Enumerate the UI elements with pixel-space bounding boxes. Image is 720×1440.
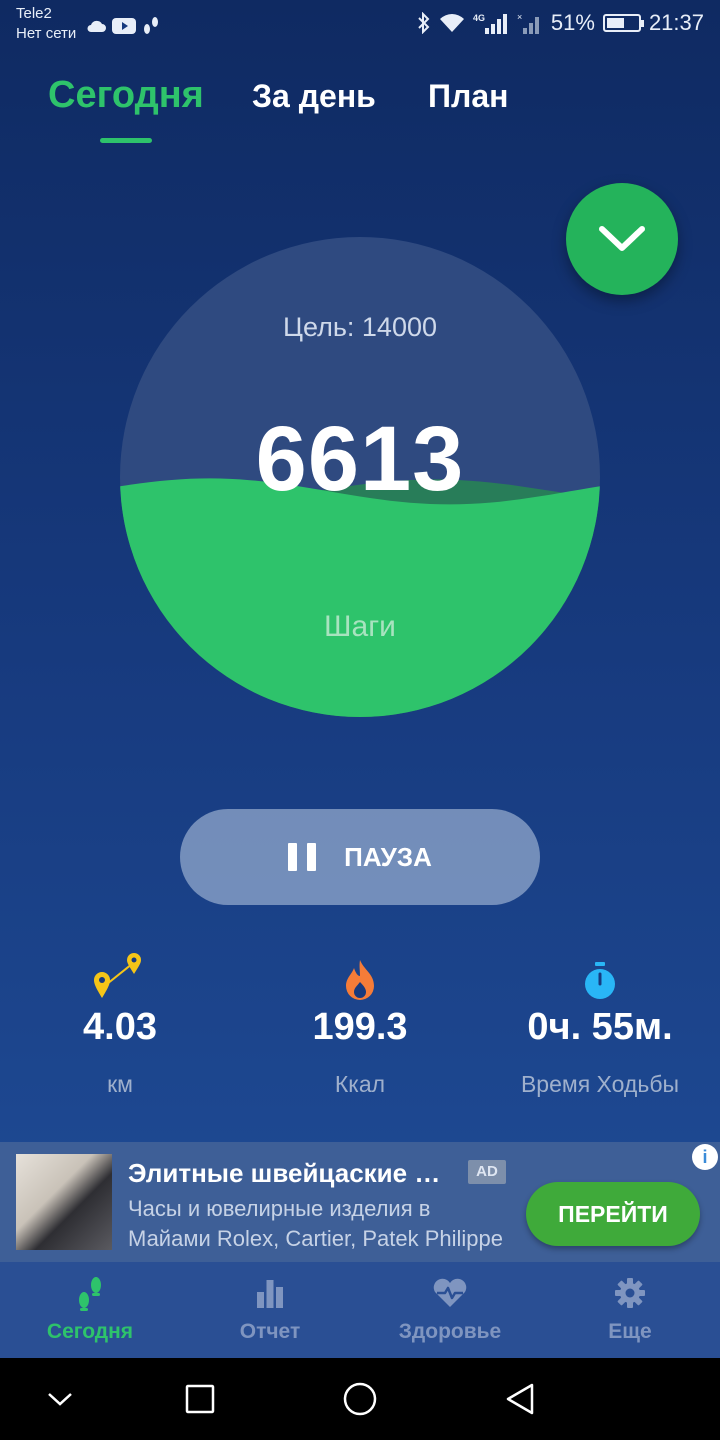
signal-no-sim-icon: × xyxy=(517,12,539,34)
nav-more-label: Еще xyxy=(608,1320,652,1343)
tab-today[interactable]: Сегодня xyxy=(48,74,204,117)
nav-today-label: Сегодня xyxy=(46,1320,134,1343)
bluetooth-icon xyxy=(418,12,430,34)
stat-walk-time: 0ч. 55м. Время Ходьбы xyxy=(480,940,720,1098)
svg-text:×: × xyxy=(517,12,522,22)
triangle-back-icon xyxy=(506,1383,534,1415)
ad-banner[interactable]: Элитные швейцаские часы AD Часы и ювелир… xyxy=(0,1142,720,1262)
cloud-icon xyxy=(87,20,106,32)
signal-4g-icon: 4G xyxy=(473,13,507,34)
ad-cta-button[interactable]: ПЕРЕЙТИ xyxy=(526,1182,700,1246)
tab-by-day[interactable]: За день xyxy=(252,78,376,115)
ad-description-line1: Часы и ювелирные изделия в xyxy=(128,1196,431,1221)
distance-value: 4.03 xyxy=(83,1006,157,1048)
tab-indicator xyxy=(100,138,152,143)
bar-chart-icon xyxy=(257,1280,283,1308)
gauge-text: Цель: 14000 6613 Шаги xyxy=(120,237,600,717)
ad-info-icon[interactable]: i xyxy=(692,1144,718,1170)
sys-back-button[interactable] xyxy=(500,1379,540,1419)
chevron-down-icon xyxy=(48,1393,72,1406)
calories-label: Ккал xyxy=(334,1071,386,1097)
nav-report-label: Отчет xyxy=(239,1320,301,1343)
bottom-nav: Сегодня Отчет Здоровье Еще xyxy=(0,1262,720,1358)
steps-label: Шаги xyxy=(324,610,396,643)
nav-health[interactable]: Здоровье xyxy=(360,1272,540,1344)
nav-today[interactable]: Сегодня xyxy=(0,1272,180,1344)
carrier-info: Tele2 Нет сети xyxy=(16,4,76,44)
heart-pulse-icon xyxy=(433,1278,467,1307)
square-icon xyxy=(185,1384,215,1414)
carrier-name: Tele2 xyxy=(16,5,52,22)
pause-label: ПАУЗА xyxy=(344,841,432,872)
flame-icon xyxy=(346,960,374,1000)
battery-icon xyxy=(602,14,644,32)
network-status: Нет сети xyxy=(16,25,77,42)
steps-count: 6613 xyxy=(255,408,465,510)
battery-percent: 51% xyxy=(550,10,595,35)
circle-icon xyxy=(343,1382,377,1416)
clock: 21:37 xyxy=(648,10,704,35)
ad-badge: AD xyxy=(468,1160,506,1184)
walk-time-label: Время Ходьбы xyxy=(520,1071,680,1097)
stopwatch-icon xyxy=(585,962,615,999)
goal-text: Цель: 14000 xyxy=(283,312,437,342)
notification-icons xyxy=(86,16,160,36)
stat-calories: 199.3 Ккал xyxy=(240,940,480,1098)
ad-title[interactable]: Элитные швейцаские часы xyxy=(128,1158,453,1189)
nav-health-label: Здоровье xyxy=(398,1320,502,1343)
stats-row: 4.03 км 199.3 Ккал 0ч. 55м. Время Ходьбы xyxy=(0,940,720,1110)
chevron-down-icon xyxy=(599,226,645,251)
footprints-small-icon xyxy=(144,17,158,34)
ad-image[interactable] xyxy=(16,1154,112,1250)
pause-icon xyxy=(288,843,317,871)
top-tabs: Сегодня За день План xyxy=(0,70,720,150)
nav-more[interactable]: Еще xyxy=(540,1272,720,1344)
footprints-icon xyxy=(79,1277,101,1311)
status-bar: Tele2 Нет сети 4G × 51% 21:37 xyxy=(0,0,720,50)
calories-value: 199.3 xyxy=(312,1006,408,1048)
ad-description: Часы и ювелирные изделия в Майами Rolex,… xyxy=(128,1194,508,1254)
stat-distance: 4.03 км xyxy=(0,940,240,1098)
map-pin-route-icon xyxy=(94,953,141,998)
expand-button[interactable] xyxy=(566,183,678,295)
gear-icon xyxy=(615,1278,645,1308)
ad-description-line2: Майами Rolex, Cartier, Patek Philippe xyxy=(128,1226,503,1251)
status-right: 4G × 51% 21:37 xyxy=(417,10,704,36)
system-nav-bar xyxy=(0,1358,720,1440)
sys-recents-button[interactable] xyxy=(180,1379,220,1419)
sys-collapse-button[interactable] xyxy=(40,1379,80,1419)
svg-text:4G: 4G xyxy=(473,13,485,23)
walk-time-value: 0ч. 55м. xyxy=(527,1006,673,1048)
tab-plan[interactable]: План xyxy=(428,78,508,115)
youtube-icon xyxy=(112,18,136,34)
pause-button[interactable]: ПАУЗА xyxy=(180,809,540,905)
wifi-icon xyxy=(439,14,464,32)
sys-home-button[interactable] xyxy=(340,1379,380,1419)
nav-report[interactable]: Отчет xyxy=(180,1272,360,1344)
distance-label: км xyxy=(107,1071,133,1097)
